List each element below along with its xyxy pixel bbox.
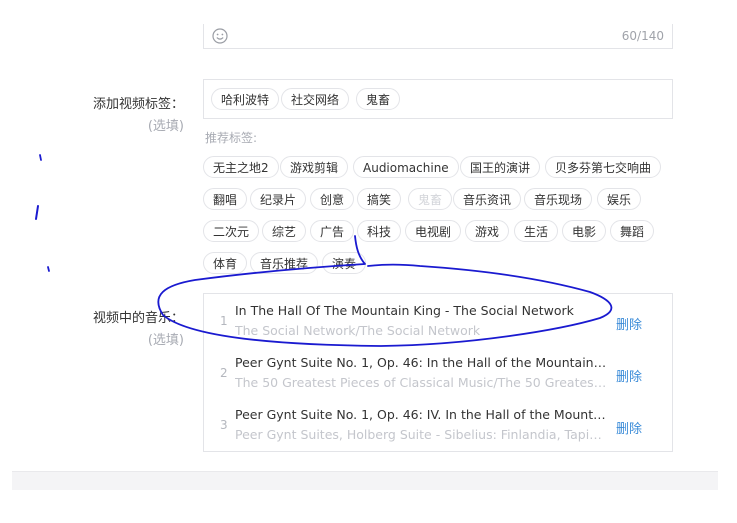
description-textarea[interactable]: 60/140 bbox=[203, 24, 673, 49]
tags-optional-label: (选填) bbox=[147, 119, 184, 134]
recommended-tag[interactable]: 无主之地2 bbox=[203, 156, 279, 178]
recommended-tag[interactable]: 电影 bbox=[562, 220, 607, 242]
music-index: 1 bbox=[220, 314, 228, 328]
footer-band bbox=[12, 472, 718, 490]
recommended-tag[interactable]: 体育 bbox=[203, 252, 248, 274]
recommended-tag[interactable]: 舞蹈 bbox=[610, 220, 655, 242]
music-subtitle: The 50 Greatest Pieces of Classical Musi… bbox=[235, 375, 607, 390]
music-title: Peer Gynt Suite No. 1, Op. 46: In the Ha… bbox=[235, 355, 607, 370]
recommended-tag[interactable]: 娱乐 bbox=[597, 188, 642, 210]
recommended-tag[interactable]: 音乐资讯 bbox=[453, 188, 522, 210]
recommended-tag[interactable]: 翻唱 bbox=[203, 188, 248, 210]
smiley-icon[interactable] bbox=[212, 28, 228, 44]
recommended-tag[interactable]: 音乐现场 bbox=[524, 188, 593, 210]
recommended-tag-disabled: 鬼畜 bbox=[408, 188, 453, 210]
added-tag[interactable]: 社交网络 bbox=[281, 88, 350, 110]
added-tag[interactable]: 哈利波特 bbox=[211, 88, 280, 110]
music-subtitle: The Social Network/The Social Network bbox=[235, 323, 481, 338]
recommended-tag[interactable]: 国王的演讲 bbox=[460, 156, 541, 178]
recommended-tag[interactable]: 演奏 bbox=[322, 252, 367, 274]
music-list: 1 In The Hall Of The Mountain King - The… bbox=[203, 293, 673, 452]
music-label: 视频中的音乐： bbox=[92, 311, 184, 326]
music-item: 2 Peer Gynt Suite No. 1, Op. 46: In the … bbox=[204, 346, 672, 398]
music-item: 3 Peer Gynt Suite No. 1, Op. 46: IV. In … bbox=[204, 398, 672, 450]
recommended-tag[interactable]: 纪录片 bbox=[250, 188, 307, 210]
recommended-tag[interactable]: 游戏 bbox=[465, 220, 510, 242]
recommended-tag[interactable]: 科技 bbox=[357, 220, 402, 242]
recommended-tag[interactable]: 二次元 bbox=[203, 220, 260, 242]
char-counter: 60/140 bbox=[621, 29, 664, 43]
recommended-tag[interactable]: 游戏剪辑 bbox=[280, 156, 349, 178]
added-tag[interactable]: 鬼畜 bbox=[356, 88, 401, 110]
music-index: 3 bbox=[220, 418, 228, 432]
recommend-title: 推荐标签: bbox=[205, 131, 258, 145]
recommended-tag[interactable]: 生活 bbox=[514, 220, 559, 242]
recommended-tag[interactable]: 电视剧 bbox=[405, 220, 462, 242]
music-title: In The Hall Of The Mountain King - The S… bbox=[235, 303, 574, 318]
delete-music-button[interactable]: 删除 bbox=[616, 418, 642, 437]
delete-music-button[interactable]: 删除 bbox=[616, 314, 642, 333]
recommended-tag[interactable]: Audiomachine bbox=[353, 156, 459, 178]
music-index: 2 bbox=[220, 366, 228, 380]
tag-input[interactable]: 哈利波特 社交网络 鬼畜 bbox=[203, 79, 673, 119]
recommended-tag[interactable]: 综艺 bbox=[262, 220, 307, 242]
music-title: Peer Gynt Suite No. 1, Op. 46: IV. In th… bbox=[235, 407, 607, 422]
delete-music-button[interactable]: 删除 bbox=[616, 366, 642, 385]
recommended-tag[interactable]: 创意 bbox=[310, 188, 355, 210]
recommended-tag[interactable]: 广告 bbox=[310, 220, 355, 242]
tags-label: 添加视频标签： bbox=[92, 97, 184, 112]
music-optional-label: (选填) bbox=[147, 333, 184, 348]
music-item: 1 In The Hall Of The Mountain King - The… bbox=[204, 294, 672, 346]
recommended-tag[interactable]: 搞笑 bbox=[357, 188, 402, 210]
recommended-tag[interactable]: 贝多芬第七交响曲 bbox=[545, 156, 662, 178]
recommended-tag[interactable]: 音乐推荐 bbox=[250, 252, 319, 274]
music-subtitle: Peer Gynt Suites, Holberg Suite - Sibeli… bbox=[235, 427, 607, 442]
